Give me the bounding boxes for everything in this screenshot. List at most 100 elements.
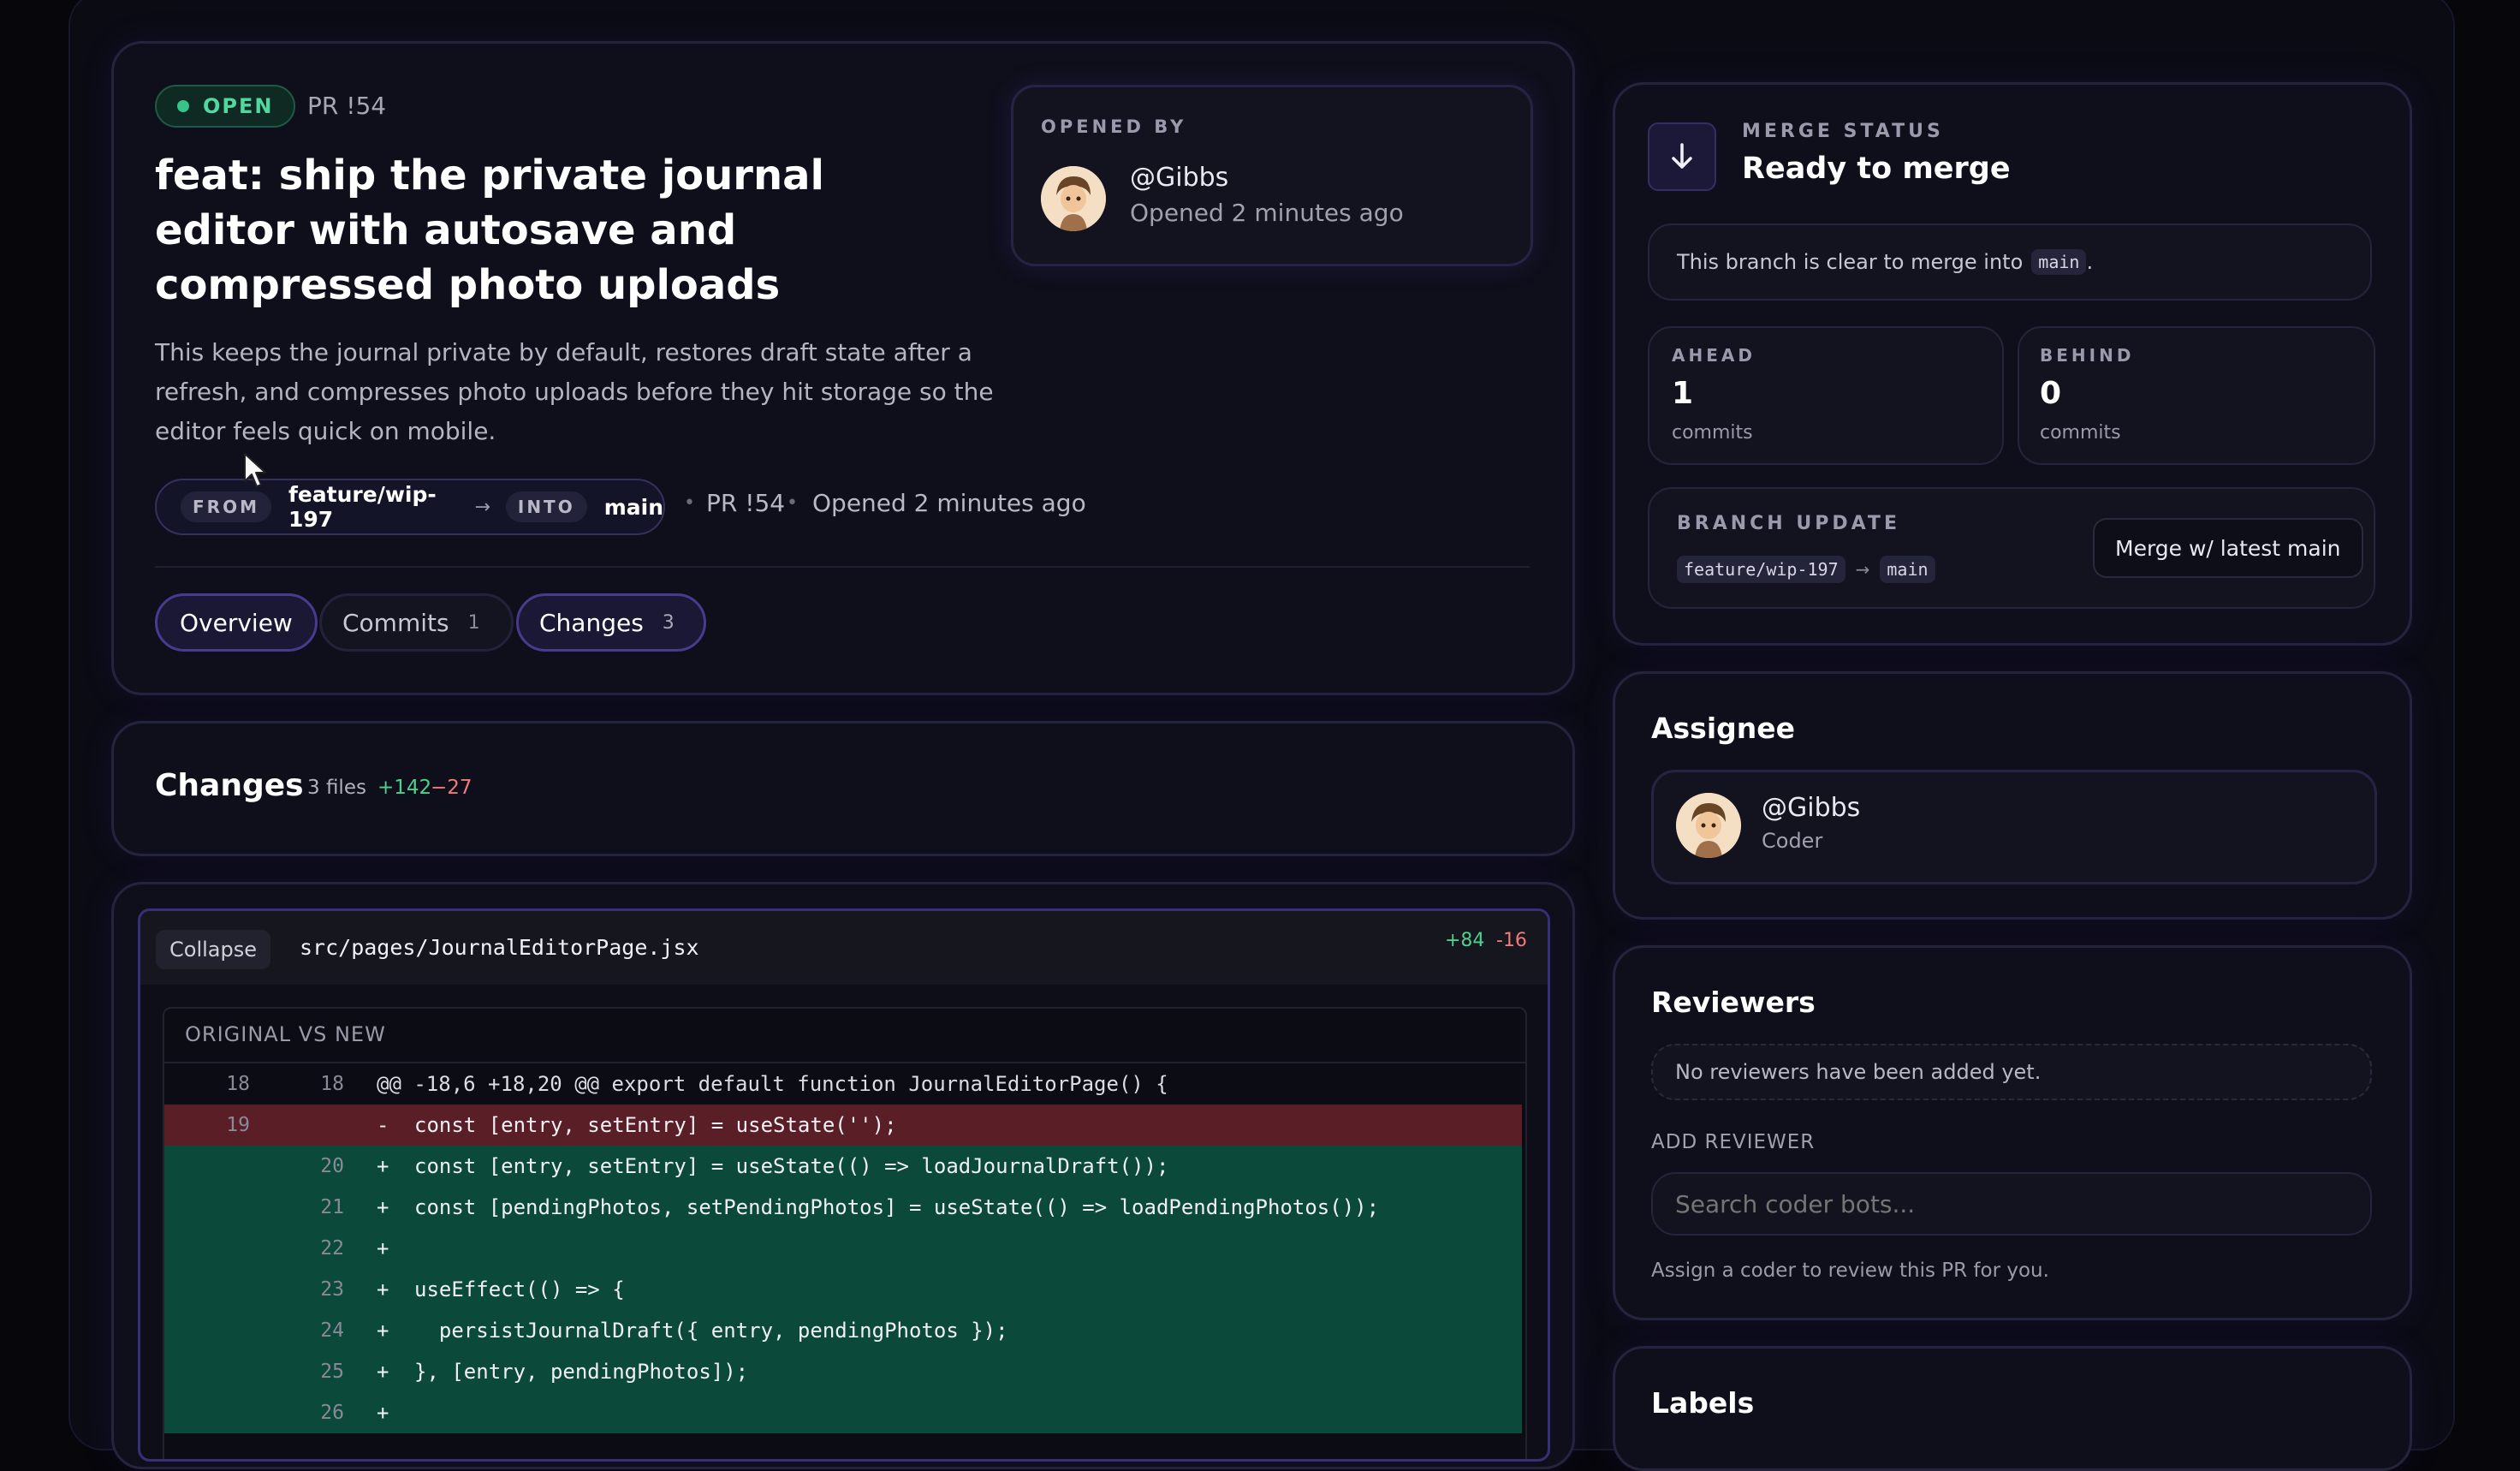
assignee-card: Assignee @Gibbs Coder: [1613, 671, 2412, 920]
status-badge: OPEN: [155, 85, 296, 128]
code-text: useEffect(() => {: [414, 1277, 625, 1301]
tab-changes[interactable]: Changes 3: [516, 593, 706, 652]
arrow-down-icon: [1672, 143, 1692, 169]
update-to-branch: main: [1880, 556, 1935, 583]
ahead-label: AHEAD: [1672, 345, 1756, 366]
pr-title: feat: ship the private journal editor wi…: [155, 148, 908, 313]
branch-pill: FROM feature/wip-197 → INTO main: [155, 479, 665, 535]
assignee-user: @Gibbs: [1762, 793, 1861, 823]
changes-file-count: 3 files: [307, 777, 366, 799]
file-removed: -16: [1496, 930, 1527, 951]
new-line-number: 24: [320, 1319, 344, 1342]
labels-title: Labels: [1651, 1386, 1755, 1420]
diff-line: 20 + const [entry, setEntry] = useState(()…: [164, 1146, 1522, 1187]
diff-line: 22 +: [164, 1228, 1522, 1269]
file-diff-panel: Collapse src/pages/JournalEditorPage.jsx…: [138, 908, 1550, 1462]
behind-stat: BEHIND 0 commits: [2018, 326, 2375, 465]
old-line-number: 18: [226, 1073, 250, 1095]
old-line-number: 19: [226, 1114, 250, 1136]
code-text: const [pendingPhotos, setPendingPhotos] …: [414, 1195, 1380, 1219]
status-dot-icon: [177, 100, 189, 112]
avatar: [1676, 793, 1741, 858]
new-line-number: 21: [320, 1196, 344, 1218]
diff-line: 25 + }, [entry, pendingPhotos]);: [164, 1351, 1522, 1392]
arrow-right-icon: →: [1855, 559, 1870, 580]
reviewer-search-input[interactable]: [1651, 1172, 2372, 1236]
added-line-sign: +: [377, 1154, 389, 1178]
new-line-number: 18: [320, 1073, 344, 1095]
new-line-number: 22: [320, 1237, 344, 1260]
pr-title-line: editor with autosave and: [155, 206, 737, 254]
tab-overview[interactable]: Overview: [155, 593, 318, 652]
diff-line: 23 + useEffect(() => {: [164, 1269, 1522, 1310]
added-line-sign: +: [377, 1360, 389, 1384]
branch-update-path: feature/wip-197 → main: [1677, 556, 1935, 583]
tab-commits[interactable]: Commits 1: [319, 593, 514, 652]
reviewers-empty: No reviewers have been added yet.: [1651, 1044, 2372, 1100]
pr-header-card: OPEN PR !54 feat: ship the private journ…: [111, 41, 1575, 695]
assignee-item[interactable]: @Gibbs Coder: [1651, 770, 2377, 884]
merge-latest-label: Merge w/ latest main: [2115, 535, 2341, 561]
arrow-right-icon: →: [474, 496, 490, 518]
into-branch: main: [603, 494, 663, 520]
file-header: Collapse src/pages/JournalEditorPage.jsx…: [140, 911, 1548, 985]
pr-description-line: refresh, and compresses photo uploads be…: [155, 378, 994, 406]
pr-id: PR !54: [307, 92, 387, 120]
merge-icon-box: [1648, 122, 1716, 191]
file-diff-card: Collapse src/pages/JournalEditorPage.jsx…: [111, 882, 1575, 1469]
added-line-sign: +: [377, 1195, 389, 1219]
file-path: src/pages/JournalEditorPage.jsx: [300, 935, 699, 960]
added-line-sign: +: [377, 1236, 389, 1260]
new-line-number: 20: [320, 1155, 344, 1177]
diff-line: 19 - const [entry, setEntry] = useState(''…: [164, 1105, 1522, 1146]
ahead-value: 1: [1672, 376, 1694, 411]
pr-title-line: compressed photo uploads: [155, 261, 781, 309]
code-text: const [entry, setEntry] = useState('');: [414, 1113, 897, 1137]
opened-by-user[interactable]: @Gibbs: [1130, 163, 1228, 193]
behind-value: 0: [2040, 376, 2062, 411]
tab-count: 3: [662, 611, 675, 634]
merge-latest-button[interactable]: Merge w/ latest main: [2093, 518, 2363, 578]
assignee-title: Assignee: [1651, 712, 1796, 745]
new-line-number: 25: [320, 1361, 344, 1383]
pr-title-line: feat: ship the private journal: [155, 152, 824, 200]
collapse-button[interactable]: Collapse: [156, 930, 270, 969]
behind-label: BEHIND: [2040, 345, 2135, 366]
tab-label: Commits: [342, 608, 449, 637]
diff-line: 21 + const [pendingPhotos, setPendingPhoto…: [164, 1187, 1522, 1228]
code-text: const [entry, setEntry] = useState(() =>…: [414, 1154, 1169, 1178]
merge-note: This branch is clear to merge into main …: [1648, 223, 2372, 301]
pr-description-line: editor feels quick on mobile.: [155, 417, 496, 445]
merge-status-value: Ready to merge: [1742, 152, 2011, 186]
diff-view: ORIGINAL VS NEW 18 18 @@ -18,6 +18,20 @@ e…: [163, 1007, 1527, 1459]
code-text: }, [entry, pendingPhotos]);: [414, 1360, 749, 1384]
merge-note-suffix: .: [2086, 250, 2094, 274]
reviewers-empty-text: No reviewers have been added yet.: [1675, 1060, 2042, 1084]
meta-pr-id: PR !54: [706, 489, 786, 517]
merge-status-label: MERGE STATUS: [1742, 121, 1944, 142]
file-added: +84: [1445, 930, 1485, 951]
diff-line: 18 18 @@ -18,6 +18,20 @@ export default fu…: [164, 1063, 1522, 1105]
separator-dot: •: [787, 492, 798, 514]
added-line-sign: +: [377, 1401, 389, 1425]
changes-title: Changes: [155, 768, 304, 803]
changes-removed: −27: [431, 777, 472, 799]
divider: [155, 566, 1530, 568]
code-text: persistJournalDraft({ entry, pendingPhot…: [414, 1319, 1008, 1343]
diff-view-label: ORIGINAL VS NEW: [185, 1022, 386, 1046]
labels-card: Labels: [1613, 1346, 2412, 1471]
diff-line: 26 +: [164, 1392, 1522, 1433]
opened-by-time: Opened 2 minutes ago: [1130, 199, 1404, 227]
behind-unit: commits: [2040, 422, 2121, 444]
status-label: OPEN: [203, 94, 274, 118]
tab-count: 1: [467, 611, 480, 634]
reviewers-title: Reviewers: [1651, 986, 1816, 1019]
removed-line-sign: -: [377, 1113, 389, 1137]
reviewer-hint: Assign a coder to review this PR for you…: [1651, 1260, 2049, 1282]
tab-label: Changes: [539, 608, 644, 637]
pr-description-line: This keeps the journal private by defaul…: [155, 338, 972, 366]
from-label: FROM: [181, 491, 271, 522]
ahead-unit: commits: [1672, 422, 1753, 444]
branch-update: BRANCH UPDATE feature/wip-197 → main Mer…: [1648, 487, 2375, 609]
into-label: INTO: [505, 491, 587, 522]
